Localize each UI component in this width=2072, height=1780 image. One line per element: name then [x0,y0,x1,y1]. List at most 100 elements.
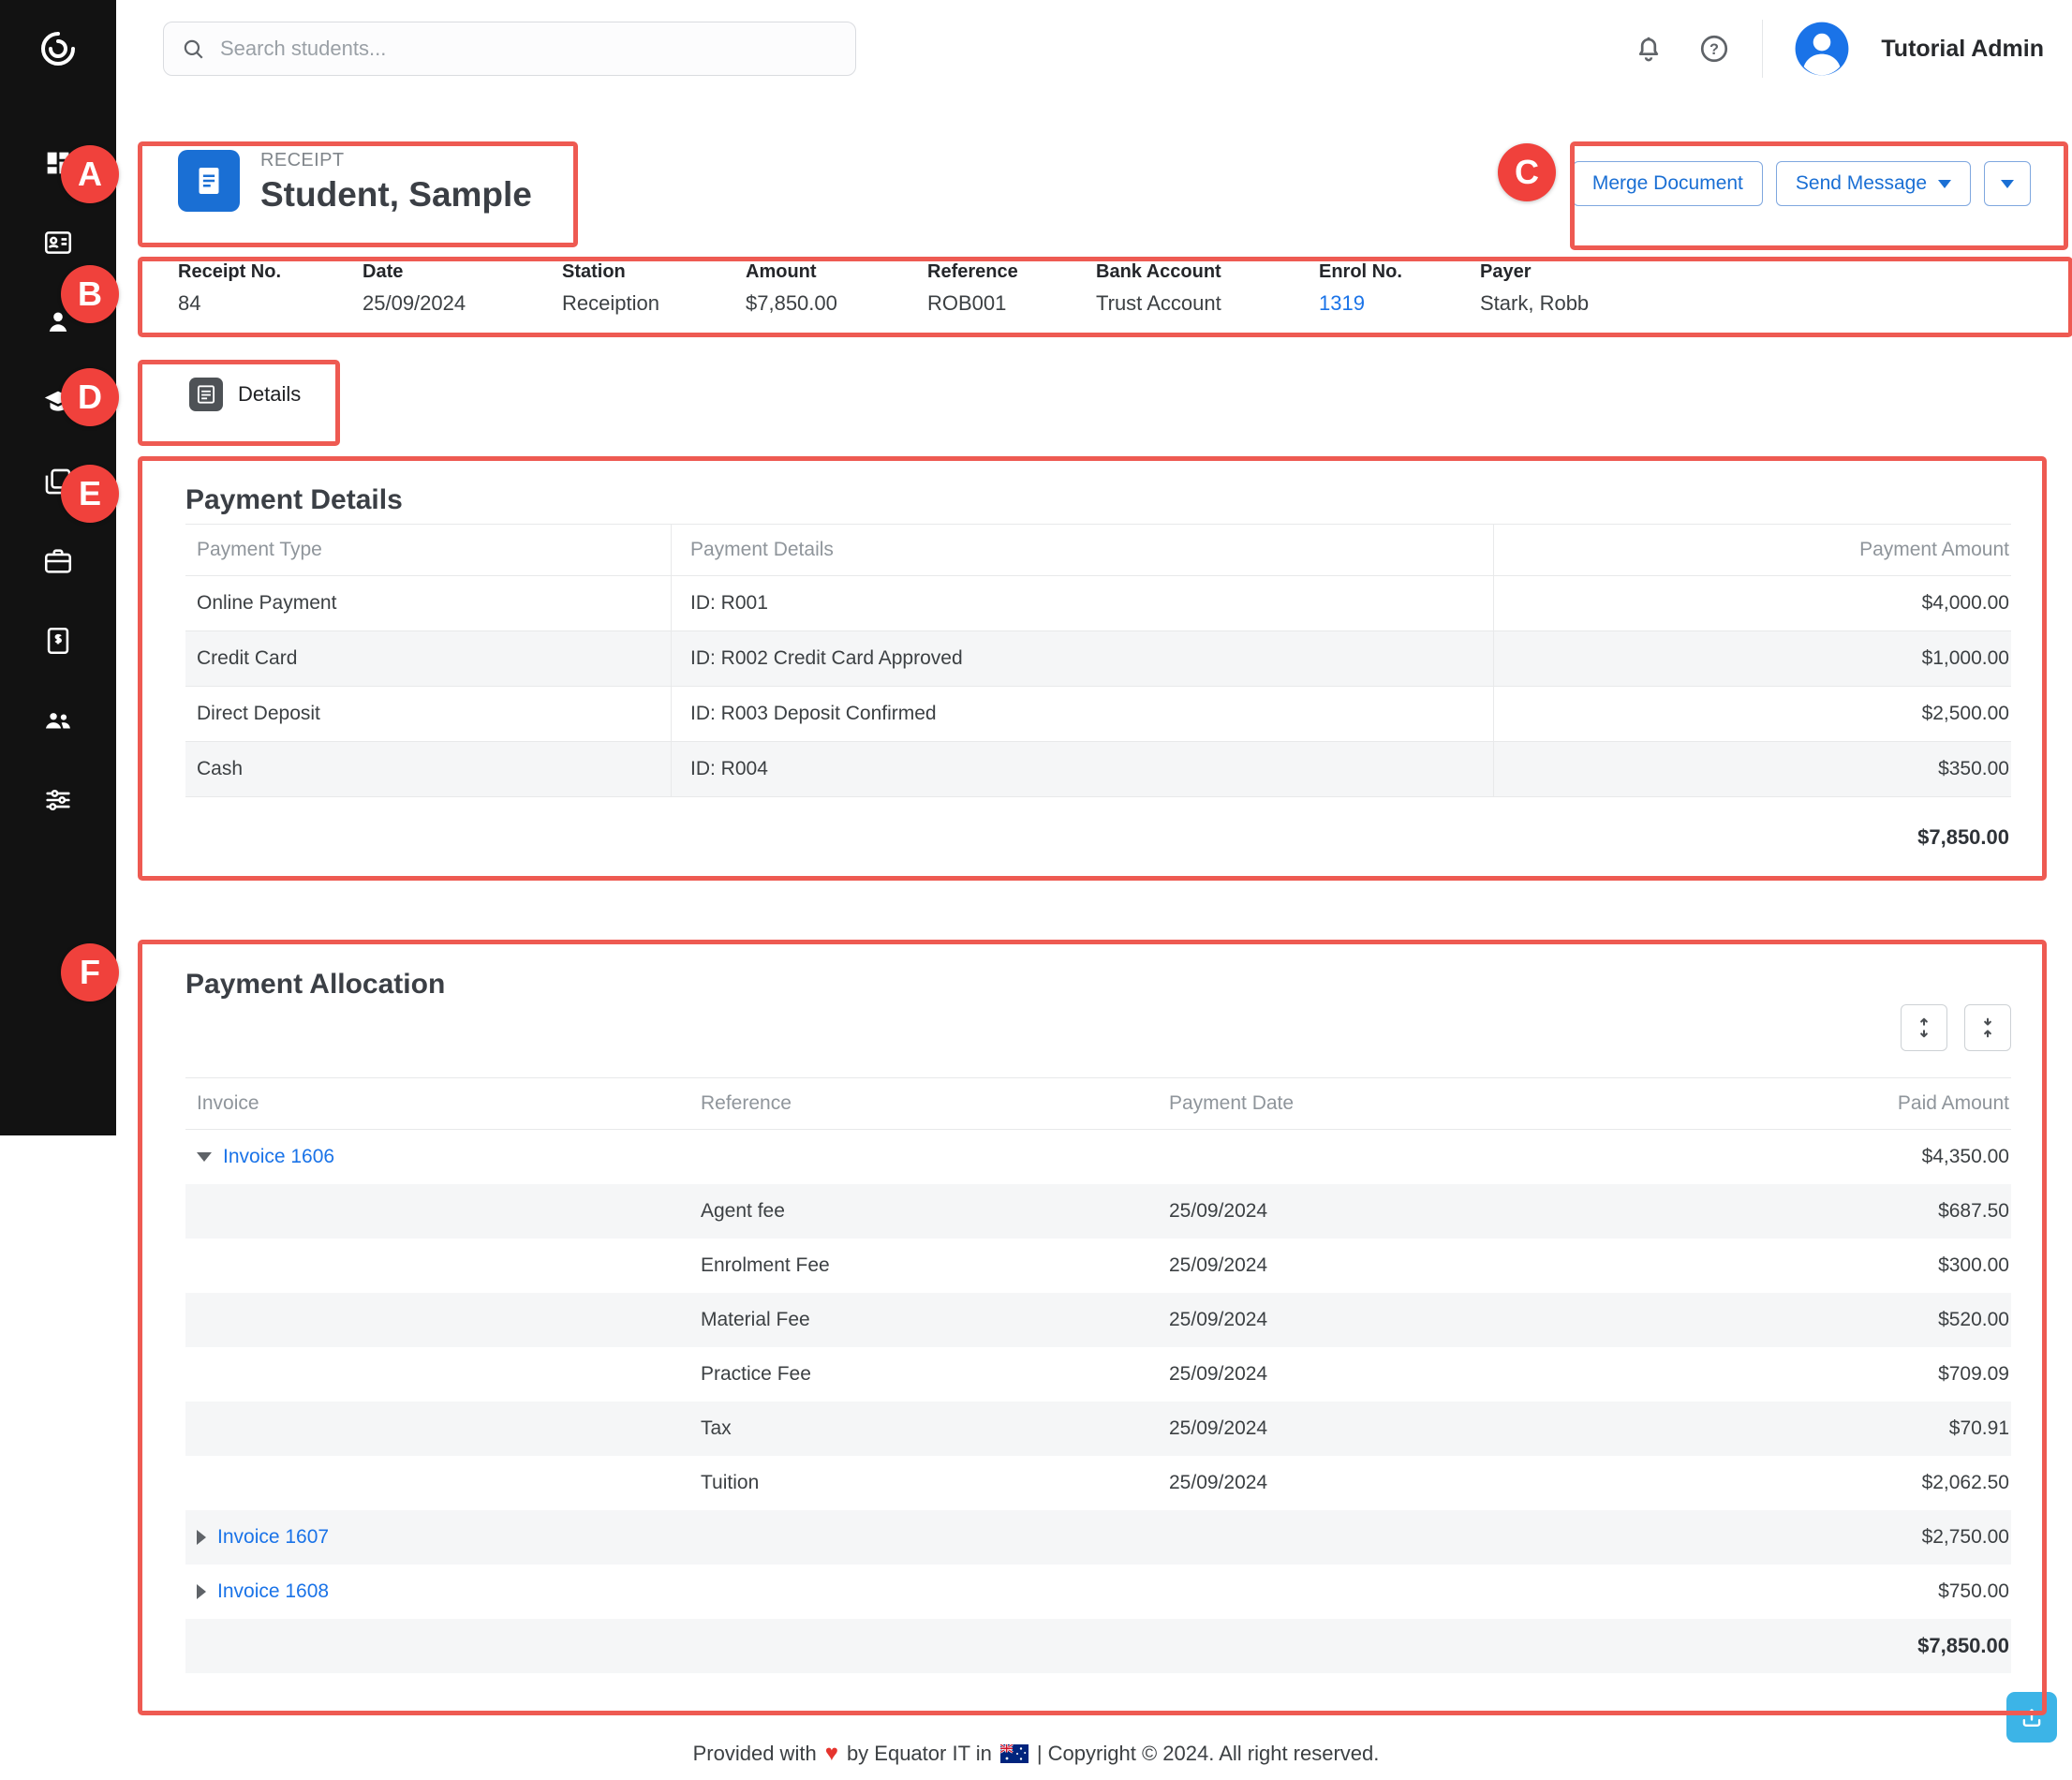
invoice-dollar-icon [42,625,74,657]
topbar: ? Tutorial Admin [116,0,2072,97]
payment-details-total: $7,850.00 [185,797,2011,878]
person-badge-icon [42,306,74,338]
id-card-icon [42,227,74,259]
student-search-box [163,22,856,76]
invoice-link[interactable]: Invoice 1606 [223,1146,334,1168]
info-field-date: Date 25/09/2024 [363,261,562,316]
sidebar-item-contacts[interactable] [39,224,77,261]
page-title: Student, Sample [260,175,532,215]
col-payment-amount: Payment Amount [1493,525,2011,575]
sidebar [0,0,116,1135]
paid-amount: $2,750.00 [1616,1526,2011,1549]
receipt-header: RECEIPT Student, Sample Merge Document S… [116,97,2072,215]
payment-details-table: Payment Type Payment Details Payment Amo… [185,524,2011,879]
enrol-no-link[interactable]: 1319 [1319,291,1365,315]
paid-amount: $750.00 [1616,1580,2011,1603]
merge-document-button[interactable]: Merge Document [1573,161,1763,206]
invoice-link[interactable]: Invoice 1608 [217,1580,329,1603]
collapse-all-button[interactable] [1964,1004,2011,1051]
bell-icon [1633,33,1665,65]
sidebar-item-services[interactable] [39,542,77,580]
col-payment-type: Payment Type [185,525,671,575]
table-row: Credit Card ID: R002 Credit Card Approve… [185,631,2011,687]
table-row: Direct Deposit ID: R003 Deposit Confirme… [185,687,2011,742]
main-content: RECEIPT Student, Sample Merge Document S… [116,97,2072,1673]
table-row: Cash ID: R004 $350.00 [185,742,2011,797]
payment-allocation-top: Payment Allocation [185,969,2011,1051]
chevron-down-icon [2001,180,2014,188]
info-field-reference: Reference ROB001 [927,261,1096,316]
info-field-payer: Payer Stark, Robb [1480,261,1589,316]
graduation-cap-icon [42,386,74,418]
sidebar-item-courses[interactable] [39,463,77,500]
invoice-row: Invoice 1606 $4,350.00 [185,1130,2011,1184]
fee-row: Practice Fee 25/09/2024 $709.09 [185,1347,2011,1402]
people-icon [42,705,74,736]
fee-row: Tax 25/09/2024 $70.91 [185,1402,2011,1456]
brand-logo-icon [36,26,81,71]
help-button[interactable]: ? [1696,31,1732,67]
payment-allocation-table: Invoice Reference Payment Date Paid Amou… [185,1077,2011,1673]
scroll-top-button[interactable] [2006,1692,2057,1743]
allocation-total-row: $7,850.00 [185,1619,2011,1673]
search-input[interactable] [218,36,838,62]
payment-details-section: Payment Details Payment Type Payment Det… [185,484,2011,879]
user-name: Tutorial Admin [1881,36,2044,63]
col-payment-date: Payment Date [1169,1092,1616,1115]
user-avatar[interactable] [1793,20,1851,78]
layers-icon [42,466,74,497]
sidebar-item-agents[interactable] [39,702,77,739]
payment-allocation-section: Payment Allocation Invoice Reference Pay… [185,969,2011,1673]
topbar-divider [1762,20,1763,78]
details-tab-icon [189,378,223,411]
footer: Provided with ♥ by Equator IT in | Copyr… [0,1741,2072,1767]
invoice-link[interactable]: Invoice 1607 [217,1526,329,1549]
briefcase-icon [42,545,74,577]
app-logo[interactable] [0,0,116,97]
invoice-row: Invoice 1608 $750.00 [185,1565,2011,1619]
fee-row: Material Fee 25/09/2024 $520.00 [185,1293,2011,1347]
receipt-titles: RECEIPT Student, Sample [260,150,532,215]
fee-row: Tuition 25/09/2024 $2,062.50 [185,1456,2011,1510]
notifications-button[interactable] [1631,31,1666,67]
receipt-info-bar: Receipt No. 84 Date 25/09/2024 Station R… [116,215,2072,316]
table-row: Online Payment ID: R001 $4,000.00 [185,576,2011,631]
collapse-caret-icon[interactable] [197,1152,212,1162]
info-field-bank-account: Bank Account Trust Account [1096,261,1319,316]
col-invoice: Invoice [185,1092,701,1115]
fee-row: Enrolment Fee 25/09/2024 $300.00 [185,1239,2011,1293]
col-paid-amount: Paid Amount [1616,1092,2011,1115]
tab-details[interactable]: Details [178,366,329,423]
col-reference: Reference [701,1092,1169,1115]
header-buttons: Merge Document Send Message [1573,161,2031,206]
upload-arrow-icon [2018,1703,2046,1731]
sidebar-item-finance[interactable] [39,622,77,660]
expand-all-icon [1912,1016,1936,1040]
expand-all-button[interactable] [1901,1004,1947,1051]
svg-text:?: ? [1709,41,1719,58]
collapse-all-icon [1976,1016,2000,1040]
allocation-actions [1901,1004,2011,1051]
invoice-row: Invoice 1607 $2,750.00 [185,1510,2011,1565]
expand-caret-icon[interactable] [197,1530,206,1545]
sidebar-item-staff[interactable] [39,304,77,341]
send-message-button[interactable]: Send Message [1776,161,1971,206]
australia-flag-icon [1000,1744,1029,1763]
sidebar-nav [0,144,116,819]
col-payment-details: Payment Details [671,525,1493,575]
sidebar-item-dashboard[interactable] [39,144,77,182]
avatar-person-icon [1793,20,1851,78]
expand-caret-icon[interactable] [197,1584,206,1599]
fee-row: Agent fee 25/09/2024 $687.50 [185,1184,2011,1239]
info-field-amount: Amount $7,850.00 [746,261,927,316]
allocation-total: $7,850.00 [1616,1634,2011,1658]
receipt-kind-label: RECEIPT [260,150,532,171]
payment-allocation-title: Payment Allocation [185,969,445,1001]
tab-bar: Details [116,366,2072,423]
info-field-receipt-no: Receipt No. 84 [178,261,363,316]
sidebar-item-settings[interactable] [39,781,77,819]
info-field-station: Station Receiption [562,261,746,316]
more-actions-button[interactable] [1984,161,2031,206]
sidebar-item-academics[interactable] [39,383,77,421]
dashboard-icon [42,147,74,179]
